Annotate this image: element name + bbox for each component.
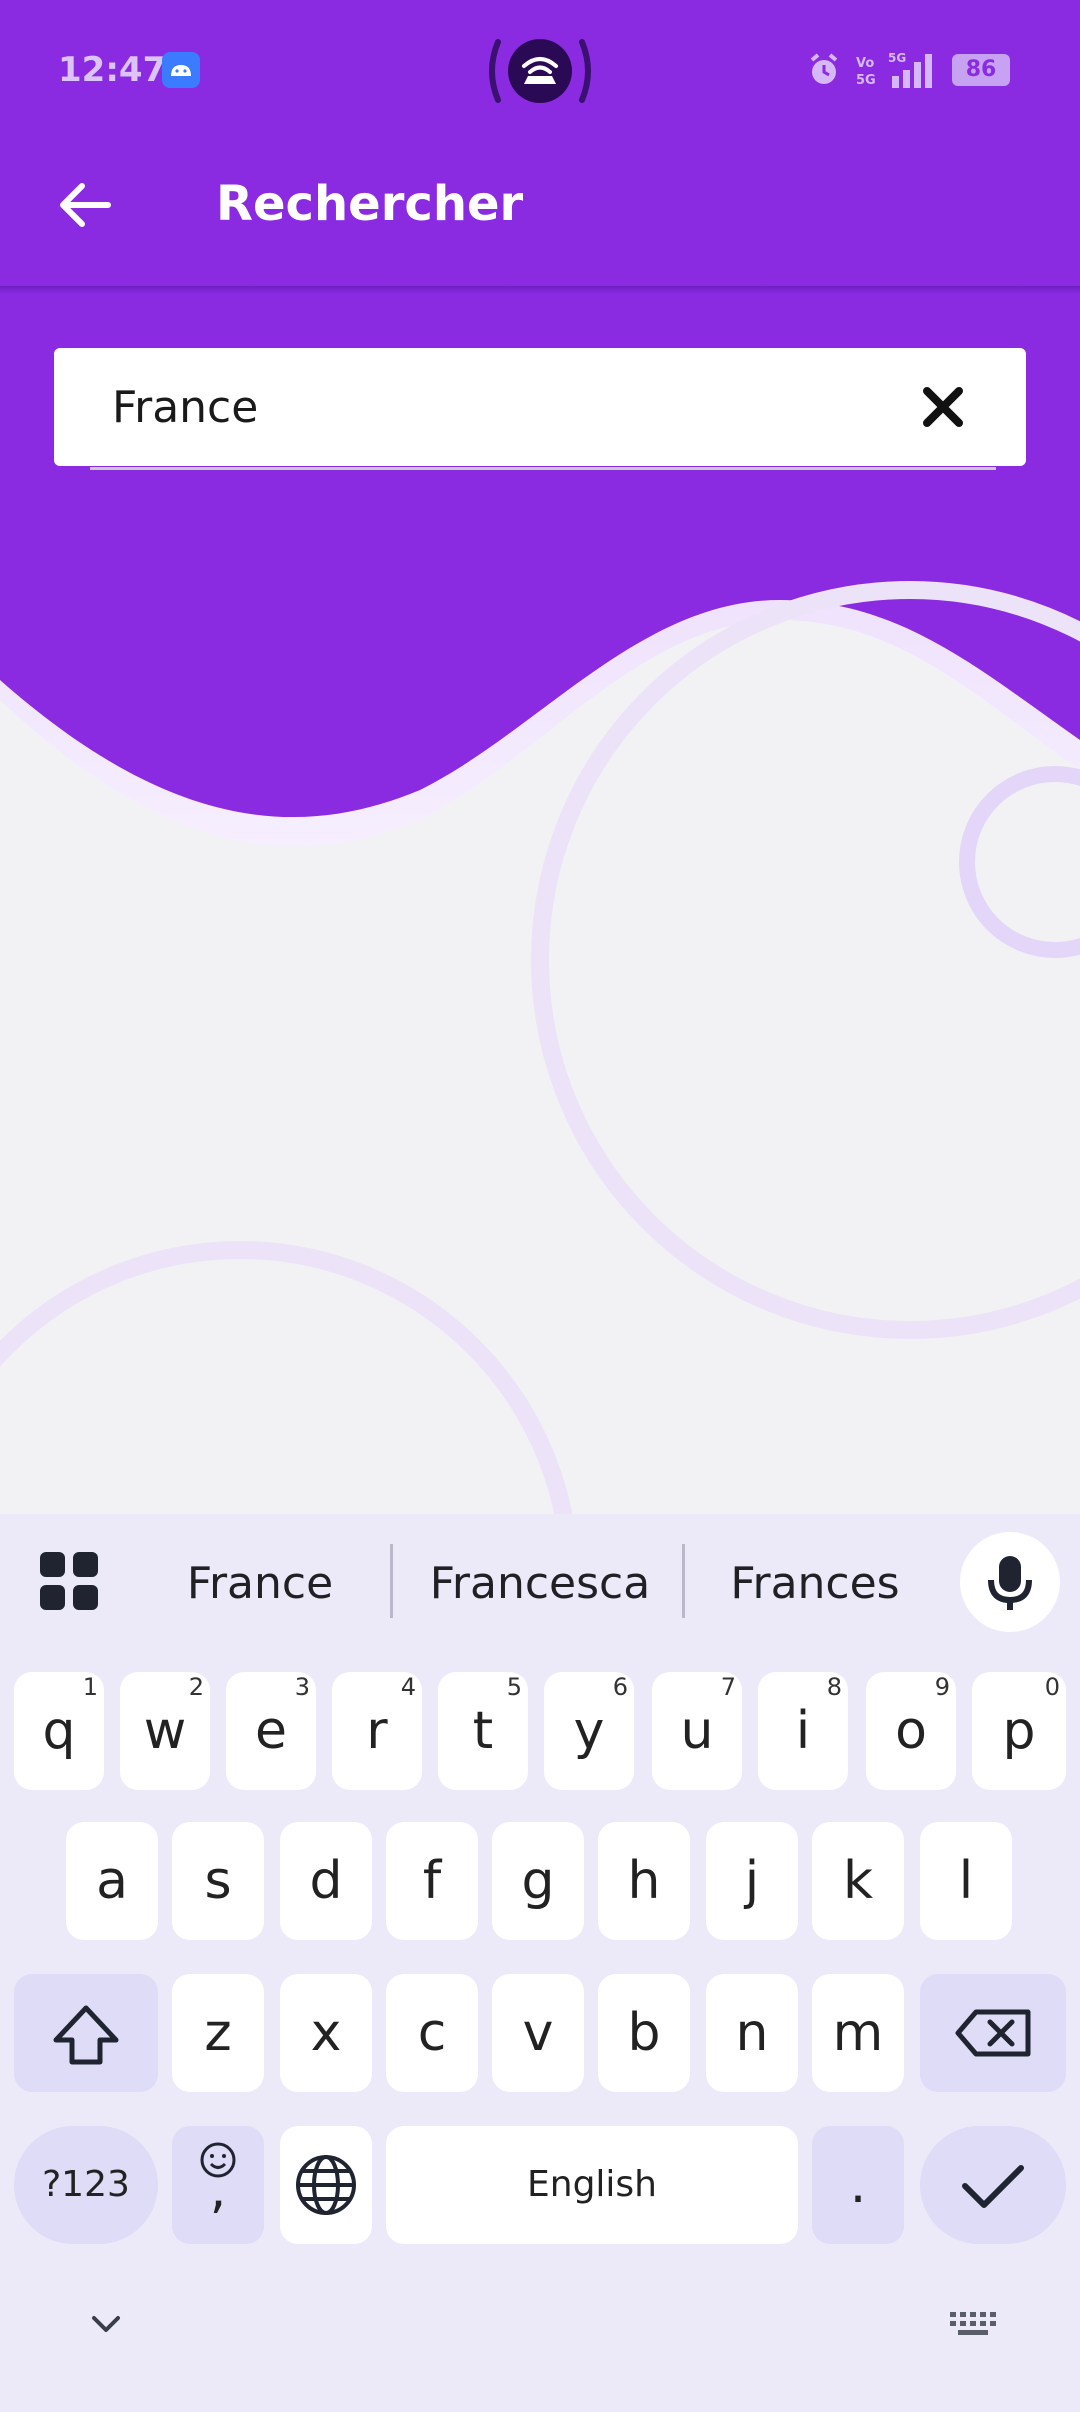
key-e[interactable]: e3 bbox=[226, 1672, 316, 1790]
arrow-left-icon bbox=[60, 183, 111, 227]
key-u[interactable]: u7 bbox=[652, 1672, 742, 1790]
key-r[interactable]: r4 bbox=[332, 1672, 422, 1790]
keyboard-apps-icon[interactable] bbox=[38, 1550, 100, 1612]
key-b[interactable]: b bbox=[598, 1974, 690, 2092]
key-n[interactable]: n bbox=[706, 1974, 798, 2092]
5g-signal-icon: 5G bbox=[888, 51, 932, 88]
key-c[interactable]: c bbox=[386, 1974, 478, 2092]
key-l[interactable]: l bbox=[920, 1822, 1012, 1940]
android-icon bbox=[162, 52, 200, 88]
symbols-key[interactable]: ?123 bbox=[14, 2126, 158, 2244]
period-key[interactable]: . bbox=[812, 2126, 904, 2244]
status-time: 12:47 bbox=[58, 50, 167, 90]
globe-icon bbox=[296, 2155, 356, 2215]
status-icons: Vo 5G 5G 86 bbox=[806, 48, 1010, 92]
search-input[interactable] bbox=[112, 374, 872, 440]
emoji-comma-key[interactable]: , bbox=[172, 2126, 264, 2244]
key-f[interactable]: f bbox=[386, 1822, 478, 1940]
shift-key[interactable] bbox=[14, 1974, 158, 2092]
suggestion-divider bbox=[682, 1544, 685, 1618]
keyboard-switch-button[interactable] bbox=[948, 2306, 1000, 2346]
key-j[interactable]: j bbox=[706, 1822, 798, 1940]
search-box bbox=[54, 348, 1026, 470]
search-underline bbox=[90, 467, 996, 470]
page-title: Rechercher bbox=[216, 176, 524, 232]
space-key[interactable]: English bbox=[386, 2126, 798, 2244]
close-icon bbox=[923, 387, 963, 427]
svg-text:5G: 5G bbox=[856, 73, 876, 88]
volte-icon: Vo 5G bbox=[856, 56, 876, 88]
microphone-icon bbox=[988, 1556, 1032, 1610]
chevron-down-icon bbox=[92, 2316, 120, 2332]
key-h[interactable]: h bbox=[598, 1822, 690, 1940]
suggestion-bar: France Francesca Frances bbox=[0, 1514, 1080, 1654]
key-m[interactable]: m bbox=[812, 1974, 904, 2092]
key-v[interactable]: v bbox=[492, 1974, 584, 2092]
key-g[interactable]: g bbox=[492, 1822, 584, 1940]
app-bar-shadow bbox=[0, 286, 1080, 294]
suggestion-3[interactable]: Frances bbox=[700, 1554, 930, 1614]
voice-input-button[interactable] bbox=[960, 1532, 1060, 1632]
key-k[interactable]: k bbox=[812, 1822, 904, 1940]
suggestion-divider bbox=[390, 1544, 393, 1618]
language-key[interactable] bbox=[280, 2126, 372, 2244]
decorative-wave bbox=[0, 280, 1080, 1520]
shift-icon bbox=[53, 2005, 119, 2065]
clear-search-button[interactable] bbox=[912, 376, 974, 438]
back-button[interactable] bbox=[50, 170, 120, 240]
key-t[interactable]: t5 bbox=[438, 1672, 528, 1790]
suggestion-2[interactable]: Francesca bbox=[410, 1554, 670, 1614]
checkmark-icon bbox=[962, 2165, 1024, 2208]
key-a[interactable]: a bbox=[66, 1822, 158, 1940]
alarm-icon bbox=[810, 53, 838, 84]
svg-text:5G: 5G bbox=[888, 51, 906, 65]
hide-keyboard-button[interactable] bbox=[86, 2304, 126, 2344]
key-w[interactable]: w2 bbox=[120, 1672, 210, 1790]
enter-key[interactable] bbox=[920, 2126, 1066, 2244]
key-p[interactable]: p0 bbox=[972, 1672, 1066, 1790]
key-d[interactable]: d bbox=[280, 1822, 372, 1940]
battery-icon: 86 bbox=[952, 54, 1010, 86]
suggestion-1[interactable]: France bbox=[160, 1554, 360, 1614]
status-bar: 12:47 Vo 5G 5G 86 bbox=[0, 0, 1080, 140]
backspace-icon bbox=[955, 2009, 1031, 2057]
key-x[interactable]: x bbox=[280, 1974, 372, 2092]
key-q[interactable]: q1 bbox=[14, 1672, 104, 1790]
key-o[interactable]: o9 bbox=[866, 1672, 956, 1790]
hotspot-icon bbox=[486, 36, 594, 106]
key-s[interactable]: s bbox=[172, 1822, 264, 1940]
soft-keyboard: France Francesca Frances q1 w2 e3 r4 t5 … bbox=[0, 1514, 1080, 2412]
key-i[interactable]: i8 bbox=[758, 1672, 848, 1790]
keyboard-icon bbox=[950, 2312, 996, 2335]
key-y[interactable]: y6 bbox=[544, 1672, 634, 1790]
comma-label: , bbox=[209, 2160, 227, 2220]
backspace-key[interactable] bbox=[920, 1974, 1066, 2092]
key-z[interactable]: z bbox=[172, 1974, 264, 2092]
svg-text:Vo: Vo bbox=[856, 56, 874, 71]
